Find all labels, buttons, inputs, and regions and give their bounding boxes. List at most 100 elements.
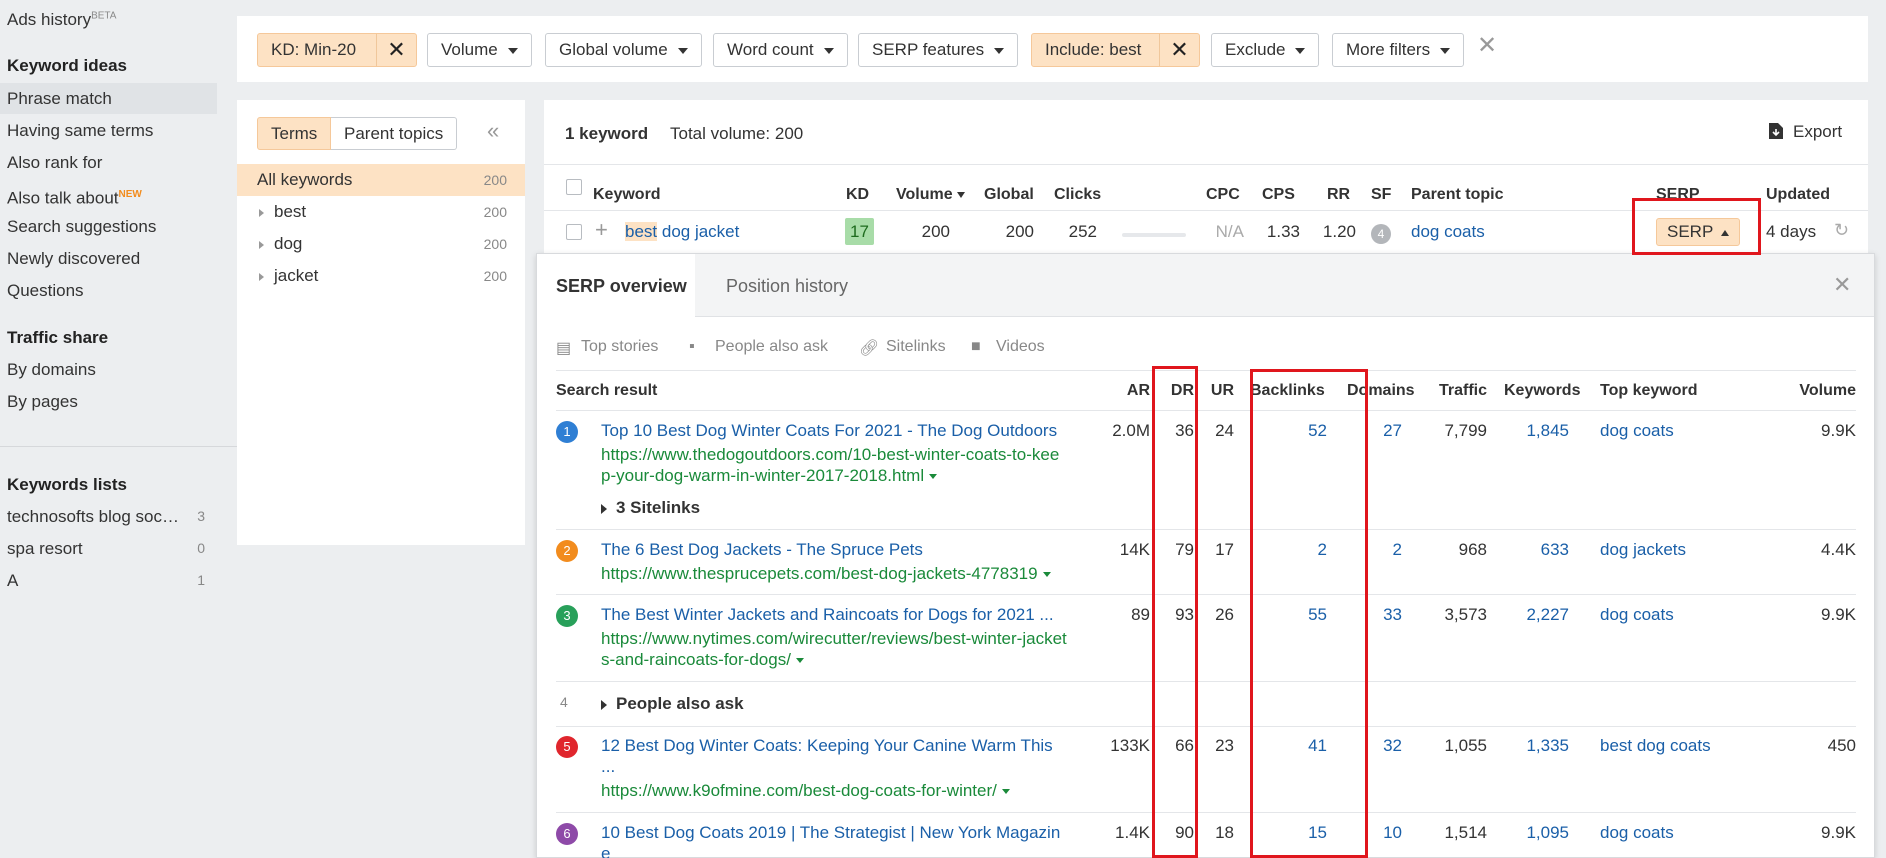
- result-url-link[interactable]: s-and-raincoats-for-dogs/: [601, 649, 804, 670]
- sidebar-item-having-same-terms[interactable]: Having same terms: [0, 115, 217, 146]
- keywords-link[interactable]: 1,095: [1497, 823, 1569, 843]
- serp-features-count[interactable]: 4: [1371, 224, 1391, 244]
- tab-terms[interactable]: Terms: [257, 117, 332, 150]
- sidebar-item-by-pages[interactable]: By pages: [0, 386, 217, 417]
- tab-parent-topics[interactable]: Parent topics: [331, 117, 458, 150]
- col-keyword[interactable]: Keyword: [593, 186, 661, 204]
- volume-value: 4.4K: [1821, 540, 1856, 559]
- close-icon[interactable]: ✕: [1159, 34, 1199, 66]
- position-badge: 6: [556, 823, 578, 845]
- col-traffic[interactable]: Traffic: [1439, 382, 1487, 400]
- global-volume-filter[interactable]: Global volume: [545, 33, 702, 67]
- col-ur[interactable]: UR: [1204, 382, 1234, 400]
- sidebar-item-questions[interactable]: Questions: [0, 275, 217, 306]
- sidebar-item-also-rank-for[interactable]: Also rank for: [0, 147, 217, 178]
- col-cpc[interactable]: CPC: [1206, 186, 1240, 204]
- word-count-filter[interactable]: Word count: [713, 33, 848, 67]
- col-volume[interactable]: Volume: [896, 186, 965, 204]
- close-icon[interactable]: ✕: [376, 34, 416, 66]
- result-title-continued[interactable]: e: [601, 844, 610, 858]
- feature-people-also-ask[interactable]: People also ask: [715, 338, 828, 356]
- keywords-link[interactable]: 1,335: [1497, 736, 1569, 756]
- col-keywords[interactable]: Keywords: [1504, 382, 1580, 400]
- col-global[interactable]: Global: [984, 186, 1034, 204]
- exclude-filter[interactable]: Exclude: [1211, 33, 1320, 67]
- sidebar-list-item[interactable]: technosofts blog soc… 3: [0, 501, 217, 532]
- dropdown-icon[interactable]: [795, 658, 804, 664]
- top-keyword-link[interactable]: dog coats: [1600, 823, 1674, 843]
- refresh-icon[interactable]: ↻: [1834, 220, 1849, 241]
- sitelinks-toggle[interactable]: 3 Sitelinks: [601, 498, 700, 518]
- top-keyword-link[interactable]: best dog coats: [1600, 736, 1711, 756]
- select-all-checkbox[interactable]: [566, 179, 582, 195]
- sidebar-item-newly-discovered[interactable]: Newly discovered: [0, 243, 217, 274]
- col-search-result[interactable]: Search result: [556, 382, 657, 400]
- volume-filter[interactable]: Volume: [427, 33, 532, 67]
- result-title-link[interactable]: The 6 Best Dog Jackets - The Spruce Pets: [601, 540, 923, 560]
- tree-item-all-keywords[interactable]: All keywords 200: [237, 164, 525, 196]
- include-filter[interactable]: Include: best ✕: [1031, 33, 1200, 67]
- result-url[interactable]: https://www.nytimes.com/wirecutter/revie…: [601, 628, 1067, 649]
- more-filters-button[interactable]: More filters: [1332, 33, 1465, 67]
- expand-icon[interactable]: [259, 209, 264, 217]
- keywords-link[interactable]: 2,227: [1497, 605, 1569, 625]
- col-sf[interactable]: SF: [1371, 186, 1391, 204]
- result-title-link[interactable]: Top 10 Best Dog Winter Coats For 2021 - …: [601, 421, 1057, 441]
- top-keyword-link[interactable]: dog coats: [1600, 605, 1674, 625]
- result-url-link[interactable]: https://www.thesprucepets.com/best-dog-j…: [601, 563, 1051, 584]
- divider: [544, 164, 1868, 165]
- serp-features-filter[interactable]: SERP features: [858, 33, 1019, 67]
- result-url-link[interactable]: p-your-dog-warm-in-winter-2017-2018.html: [601, 465, 938, 486]
- kd-badge: 17: [845, 218, 874, 245]
- sidebar-item-ads-history[interactable]: Ads historyBETA: [7, 10, 116, 30]
- add-to-list-icon[interactable]: +: [595, 217, 608, 243]
- result-url-link[interactable]: https://www.k9ofmine.com/best-dog-coats-…: [601, 780, 1010, 801]
- sidebar-item-by-domains[interactable]: By domains: [0, 354, 217, 385]
- parent-topic-link[interactable]: dog coats: [1411, 222, 1485, 242]
- col-cps[interactable]: CPS: [1262, 186, 1295, 204]
- result-title-link[interactable]: 10 Best Dog Coats 2019 | The Strategist …: [601, 823, 1060, 843]
- export-button[interactable]: Export: [1768, 122, 1842, 142]
- col-kd[interactable]: KD: [846, 186, 869, 204]
- sidebar-list-item[interactable]: spa resort 0: [0, 533, 217, 564]
- result-title-link[interactable]: The Best Winter Jackets and Raincoats fo…: [601, 605, 1054, 625]
- feature-top-stories[interactable]: Top stories: [581, 338, 658, 356]
- keywords-link[interactable]: 1,845: [1497, 421, 1569, 441]
- col-volume[interactable]: Volume: [1777, 382, 1856, 400]
- feature-videos[interactable]: Videos: [996, 338, 1045, 356]
- tree-item-jacket[interactable]: jacket 200: [237, 260, 525, 292]
- result-url[interactable]: https://www.thedogoutdoors.com/10-best-w…: [601, 444, 1059, 465]
- sidebar-item-also-talk-about[interactable]: Also talk aboutNEW: [0, 179, 217, 210]
- tree-item-best[interactable]: best 200: [237, 196, 525, 228]
- col-updated[interactable]: Updated: [1766, 186, 1830, 204]
- col-rr[interactable]: RR: [1327, 186, 1350, 204]
- result-title-continued[interactable]: ...: [601, 757, 615, 777]
- sidebar-item-phrase-match[interactable]: Phrase match: [0, 83, 217, 114]
- col-clicks[interactable]: Clicks: [1054, 186, 1101, 204]
- col-ar[interactable]: AR: [1120, 382, 1150, 400]
- close-icon[interactable]: ✕: [1833, 272, 1851, 298]
- tree-item-dog[interactable]: dog 200: [237, 228, 525, 260]
- keyword-link[interactable]: best dog jacket: [625, 222, 739, 242]
- row-checkbox[interactable]: [566, 224, 582, 240]
- expand-icon[interactable]: [259, 273, 264, 281]
- feature-sitelinks[interactable]: Sitelinks: [886, 338, 946, 356]
- collapse-panel-icon[interactable]: «: [487, 118, 499, 144]
- tab-position-history[interactable]: Position history: [726, 276, 848, 297]
- top-keyword-link[interactable]: dog jackets: [1600, 540, 1686, 560]
- kd-filter[interactable]: KD: Min-20 ✕: [257, 33, 417, 67]
- dropdown-icon[interactable]: [1001, 789, 1010, 795]
- col-top-keyword[interactable]: Top keyword: [1600, 382, 1698, 400]
- sidebar-item-search-suggestions[interactable]: Search suggestions: [0, 211, 217, 242]
- col-parent-topic[interactable]: Parent topic: [1411, 186, 1503, 204]
- dropdown-icon[interactable]: [1042, 572, 1051, 578]
- result-title-link[interactable]: 12 Best Dog Winter Coats: Keeping Your C…: [601, 736, 1053, 756]
- people-also-ask-toggle[interactable]: People also ask: [601, 694, 744, 714]
- sidebar-list-item[interactable]: A1: [0, 565, 217, 596]
- top-keyword-link[interactable]: dog coats: [1600, 421, 1674, 441]
- clear-filters-icon[interactable]: ✕: [1477, 31, 1497, 60]
- tab-serp-overview[interactable]: SERP overview: [556, 276, 687, 297]
- expand-icon[interactable]: [259, 241, 264, 249]
- dropdown-icon[interactable]: [929, 474, 938, 480]
- keywords-link[interactable]: 633: [1497, 540, 1569, 560]
